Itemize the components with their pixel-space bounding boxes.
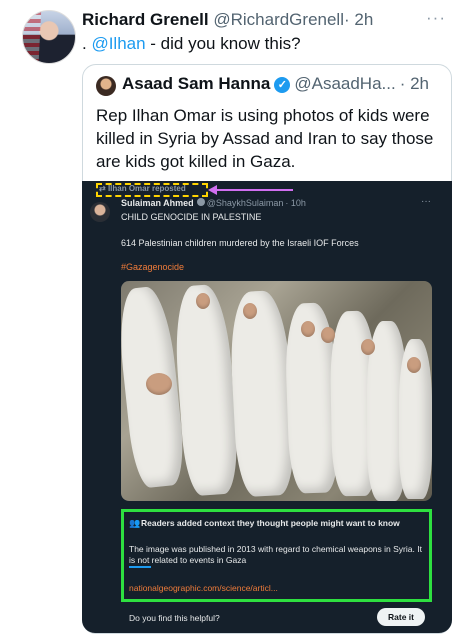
outer-tweet-text: . @Ilhan - did you know this?: [82, 34, 301, 54]
outer-text-suffix: - did you know this?: [145, 34, 301, 53]
verified-icon: ✓: [274, 77, 291, 93]
rate-it-button: Rate it: [377, 608, 425, 626]
repost-icon: ⇄: [99, 184, 108, 193]
note-underline: [129, 566, 151, 568]
embedded-time: · 10h: [285, 198, 306, 208]
arrow-line: [213, 189, 293, 191]
embedded-header: Sulaiman Ahmed @ShaykhSulaiman · 10h: [121, 198, 306, 208]
outer-tweet-header: Richard Grenell @RichardGrenell· 2h: [82, 10, 373, 30]
quoted-time: · 2h: [399, 74, 430, 93]
verified-icon: [196, 198, 205, 206]
community-note-body: The image was published in 2013 with reg…: [129, 544, 422, 565]
repost-label: ⇄ Ilhan Omar reposted: [99, 184, 186, 193]
quoted-display-name: Asaad Sam Hanna: [122, 74, 271, 93]
quoted-handle: @AsaadHa...: [294, 74, 396, 93]
sulaiman-avatar: [90, 202, 110, 222]
embedded-handle: @ShaykhSulaiman: [206, 198, 284, 208]
people-icon: 👥: [129, 518, 141, 528]
repost-text: Ilhan Omar reposted: [107, 184, 186, 193]
quoted-tweet-header: Asaad Sam Hanna ✓ @AsaadHa... · 2h: [122, 74, 429, 94]
more-icon: ···: [421, 196, 431, 207]
helpful-prompt: Do you find this helpful?: [129, 613, 220, 623]
embedded-display-name: Sulaiman Ahmed: [121, 198, 194, 208]
outer-time[interactable]: · 2h: [344, 10, 373, 29]
community-note-title: Readers added context they thought peopl…: [141, 518, 400, 528]
community-note-link: nationalgeographic.com/science/articl...: [129, 583, 278, 593]
quoted-tweet-text: Rep Ilhan Omar is using photos of kids w…: [96, 106, 434, 171]
embedded-line-2: 614 Palestinian children murdered by the…: [121, 238, 359, 248]
embedded-photo: [121, 281, 432, 501]
hashtag-link: #Gazagenocide: [121, 262, 185, 272]
embedded-line-1: CHILD GENOCIDE IN PALESTINE: [121, 212, 262, 222]
more-icon[interactable]: ···: [426, 8, 446, 28]
asaad-avatar: [96, 76, 116, 96]
outer-display-name[interactable]: Richard Grenell: [82, 10, 209, 29]
outer-handle[interactable]: @RichardGrenell: [213, 10, 344, 29]
mention-link[interactable]: @Ilhan: [91, 34, 145, 53]
richard-grenell-avatar[interactable]: [22, 10, 76, 64]
